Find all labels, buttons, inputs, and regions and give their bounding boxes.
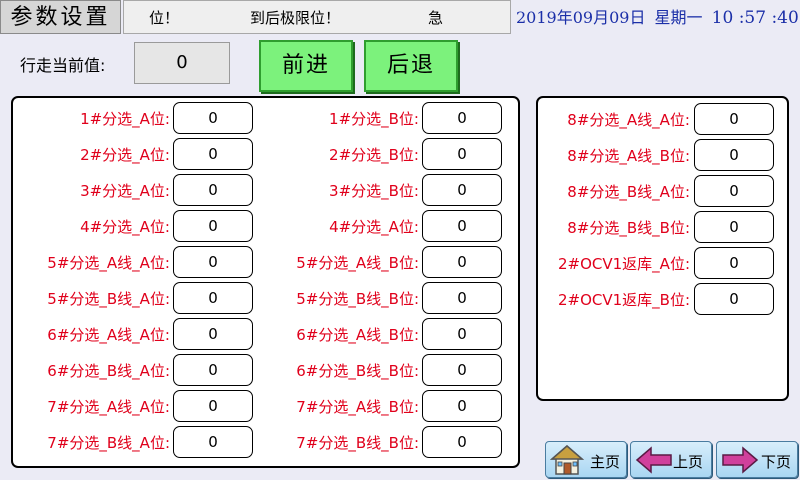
- page-title: 参数设置: [0, 0, 121, 34]
- col2-param-label: 6#分选_A线_B位:: [296, 326, 419, 344]
- time-text: 10 :57 :40: [711, 8, 799, 28]
- prev-page-button[interactable]: 上页: [630, 441, 712, 478]
- right-param-label: 8#分选_B线_B位:: [567, 219, 690, 237]
- right-param-label: 2#OCV1返库_A位:: [557, 255, 690, 273]
- right-param-label: 8#分选_A线_B位:: [567, 147, 690, 165]
- col2-param-label: 7#分选_B线_B位:: [296, 434, 419, 452]
- col2-param-value-input[interactable]: 0: [422, 390, 502, 422]
- right-param-value-input[interactable]: 0: [694, 103, 774, 135]
- arrow-left-icon: [635, 446, 672, 474]
- marquee-text-2: 到后极限位！: [250, 9, 341, 27]
- col2-param-label: 7#分选_A线_B位:: [296, 398, 419, 416]
- right-param-label: 8#分选_A线_A位:: [567, 111, 690, 129]
- right-param-value-input[interactable]: 0: [694, 211, 774, 243]
- house-icon: [550, 445, 584, 475]
- backward-button[interactable]: 后退: [364, 40, 458, 92]
- travel-value-display: 0: [134, 42, 230, 84]
- col2-param-value-input[interactable]: 0: [422, 354, 502, 386]
- right-param-label: 8#分选_B线_A位:: [567, 183, 690, 201]
- right-param-value-input[interactable]: 0: [694, 283, 774, 315]
- right-param-value-input[interactable]: 0: [694, 175, 774, 207]
- prev-page-label: 上页: [673, 453, 704, 471]
- alarm-marquee: 位！ 到后极限位！ 急: [123, 0, 511, 34]
- next-page-label: 下页: [761, 453, 792, 471]
- datetime-display: 2019年09月09日 星期一 10 :57 :40: [516, 0, 800, 36]
- right-param-label: 2#OCV1返库_B位:: [557, 291, 690, 309]
- arrow-right-icon: [722, 446, 759, 474]
- right-param-value-input[interactable]: 0: [694, 247, 774, 279]
- col2-param-value-input[interactable]: 0: [422, 426, 502, 458]
- home-button-label: 主页: [590, 453, 621, 471]
- weekday-text: 星期一: [654, 8, 703, 27]
- date-text: 2019年09月09日: [516, 8, 646, 27]
- col2-param-label: 6#分选_B线_B位:: [296, 362, 419, 380]
- travel-value-label: 行走当前值:: [20, 56, 106, 75]
- marquee-text-1: 位！: [149, 9, 180, 27]
- home-button[interactable]: 主页: [545, 441, 627, 478]
- forward-button[interactable]: 前进: [259, 40, 353, 92]
- marquee-text-3: 急: [428, 9, 444, 27]
- col2-param-value-input[interactable]: 0: [422, 318, 502, 350]
- right-param-value-input[interactable]: 0: [694, 139, 774, 171]
- next-page-button[interactable]: 下页: [716, 441, 798, 478]
